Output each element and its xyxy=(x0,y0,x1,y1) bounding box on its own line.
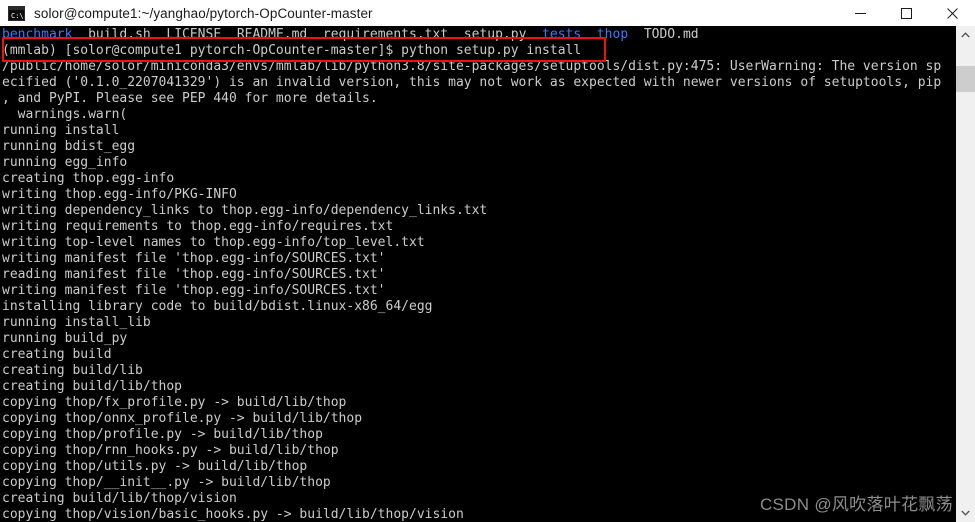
line-warnings-warn: warnings.warn( xyxy=(2,107,954,123)
terminal-text-segment: benchmark xyxy=(2,27,73,42)
terminal-text-segment: running build_py xyxy=(2,331,128,346)
terminal-text-segment: copying thop/rnn_hooks.py -> build/lib/t… xyxy=(2,443,339,458)
title-bar[interactable]: C:\ solor@compute1:~/yanghao/pytorch-OpC… xyxy=(0,0,975,26)
terminal-text-segment: writing top-level names to thop.egg-info… xyxy=(2,235,425,250)
line-creating-build-lib-thop: creating build/lib/thop xyxy=(2,379,954,395)
terminal-text-segment: running install_lib xyxy=(2,315,151,330)
terminal-text-segment: TODO.md xyxy=(628,27,699,42)
terminal-text-segment: warnings.warn( xyxy=(2,107,128,122)
terminal-text-segment: copying thop/utils.py -> build/lib/thop xyxy=(2,459,308,474)
terminal-text-segment: creating build/lib/thop/vision xyxy=(2,491,237,506)
terminal-text-segment: writing requirements to thop.egg-info/re… xyxy=(2,219,394,234)
line-running-install-lib: running install_lib xyxy=(2,315,954,331)
terminal-window: C:\ solor@compute1:~/yanghao/pytorch-OpC… xyxy=(0,0,975,522)
terminal-text-segment: copying thop/vision/basic_hooks.py -> bu… xyxy=(2,507,464,522)
scroll-up-arrow-icon[interactable] xyxy=(956,26,975,44)
terminal-text-segment: copying thop/profile.py -> build/lib/tho… xyxy=(2,427,323,442)
scrollbar-thumb[interactable] xyxy=(956,66,975,92)
line-writing-requirements: writing requirements to thop.egg-info/re… xyxy=(2,219,954,235)
line-writing-top-level: writing top-level names to thop.egg-info… xyxy=(2,235,954,251)
line-file-listing: benchmark build.sh LICENSE README.md req… xyxy=(2,27,954,43)
window-title: solor@compute1:~/yanghao/pytorch-OpCount… xyxy=(34,5,373,21)
line-copying-init: copying thop/__init__.py -> build/lib/th… xyxy=(2,475,954,491)
line-copying-fx-profile: copying thop/fx_profile.py -> build/lib/… xyxy=(2,395,954,411)
terminal-text-segment: writing dependency_links to thop.egg-inf… xyxy=(2,203,488,218)
line-running-build-py: running build_py xyxy=(2,331,954,347)
terminal-text-segment: installing library code to build/bdist.l… xyxy=(2,299,433,314)
line-running-install: running install xyxy=(2,123,954,139)
line-copying-utils: copying thop/utils.py -> build/lib/thop xyxy=(2,459,954,475)
terminal-text-segment: build.sh LICENSE README.md requirements.… xyxy=(72,27,543,42)
line-copying-rnn-hooks: copying thop/rnn_hooks.py -> build/lib/t… xyxy=(2,443,954,459)
line-installing-library-code: installing library code to build/bdist.l… xyxy=(2,299,954,315)
terminal-text-segment: /public/home/solor/miniconda3/envs/mmlab… xyxy=(2,59,942,74)
terminal-text-segment: running install xyxy=(2,123,120,138)
line-creating-build: creating build xyxy=(2,347,954,363)
line-copying-onnx-profile: copying thop/onnx_profile.py -> build/li… xyxy=(2,411,954,427)
terminal-text-segment: running bdist_egg xyxy=(2,139,136,154)
close-button[interactable] xyxy=(929,0,975,26)
line-creating-egg-info: creating thop.egg-info xyxy=(2,171,954,187)
console-icon: C:\ xyxy=(8,5,25,21)
line-warning-path: /public/home/solor/miniconda3/envs/mmlab… xyxy=(2,59,954,75)
line-prompt-command: (mmlab) [solor@compute1 pytorch-OpCounte… xyxy=(2,43,954,59)
scrollbar-track[interactable] xyxy=(956,44,975,504)
terminal-output-area[interactable]: benchmark build.sh LICENSE README.md req… xyxy=(0,26,956,522)
terminal-text-segment: , and PyPI. Please see PEP 440 for more … xyxy=(2,91,378,106)
svg-text:C:\: C:\ xyxy=(11,12,24,20)
terminal-text-segment: copying thop/onnx_profile.py -> build/li… xyxy=(2,411,363,426)
terminal-text-segment: writing manifest file 'thop.egg-info/SOU… xyxy=(2,283,386,298)
vertical-scrollbar[interactable] xyxy=(956,26,975,522)
line-writing-dependency-links: writing dependency_links to thop.egg-inf… xyxy=(2,203,954,219)
line-warning-cont-1: ecified ('0.1.0_2207041329') is an inval… xyxy=(2,75,954,91)
terminal-text-segment: reading manifest file 'thop.egg-info/SOU… xyxy=(2,267,386,282)
terminal-text-segment: thop xyxy=(596,27,629,42)
terminal-screen: benchmark build.sh LICENSE README.md req… xyxy=(2,26,954,522)
scroll-down-arrow-icon[interactable] xyxy=(956,504,975,522)
line-copying-profile: copying thop/profile.py -> build/lib/tho… xyxy=(2,427,954,443)
terminal-text-segment: creating build/lib/thop xyxy=(2,379,183,394)
maximize-button[interactable] xyxy=(883,0,929,26)
terminal-text-segment: copying thop/__init__.py -> build/lib/th… xyxy=(2,475,331,490)
terminal-text-segment: ecified ('0.1.0_2207041329') is an inval… xyxy=(2,75,942,90)
csdn-watermark: CSDN @风吹落叶花飘荡 xyxy=(759,495,953,514)
line-running-bdist-egg: running bdist_egg xyxy=(2,139,954,155)
line-reading-manifest: reading manifest file 'thop.egg-info/SOU… xyxy=(2,267,954,283)
terminal-text-segment: writing manifest file 'thop.egg-info/SOU… xyxy=(2,251,386,266)
line-writing-pkg-info: writing thop.egg-info/PKG-INFO xyxy=(2,187,954,203)
line-running-egg-info: running egg_info xyxy=(2,155,954,171)
line-creating-build-lib: creating build/lib xyxy=(2,363,954,379)
minimize-button[interactable] xyxy=(837,0,883,26)
line-writing-manifest-2: writing manifest file 'thop.egg-info/SOU… xyxy=(2,283,954,299)
terminal-text-segment: creating build/lib xyxy=(2,363,143,378)
terminal-text-segment: tests xyxy=(542,27,582,42)
terminal-text-segment: running egg_info xyxy=(2,155,128,170)
terminal-text-segment: writing thop.egg-info/PKG-INFO xyxy=(2,187,237,202)
terminal-text-segment: creating build xyxy=(2,347,112,362)
line-writing-manifest-1: writing manifest file 'thop.egg-info/SOU… xyxy=(2,251,954,267)
terminal-text-segment: copying thop/fx_profile.py -> build/lib/… xyxy=(2,395,347,410)
line-warning-cont-2: , and PyPI. Please see PEP 440 for more … xyxy=(2,91,954,107)
terminal-text-segment: (mmlab) [solor@compute1 pytorch-OpCounte… xyxy=(2,43,582,58)
terminal-text-segment: creating thop.egg-info xyxy=(2,171,175,186)
